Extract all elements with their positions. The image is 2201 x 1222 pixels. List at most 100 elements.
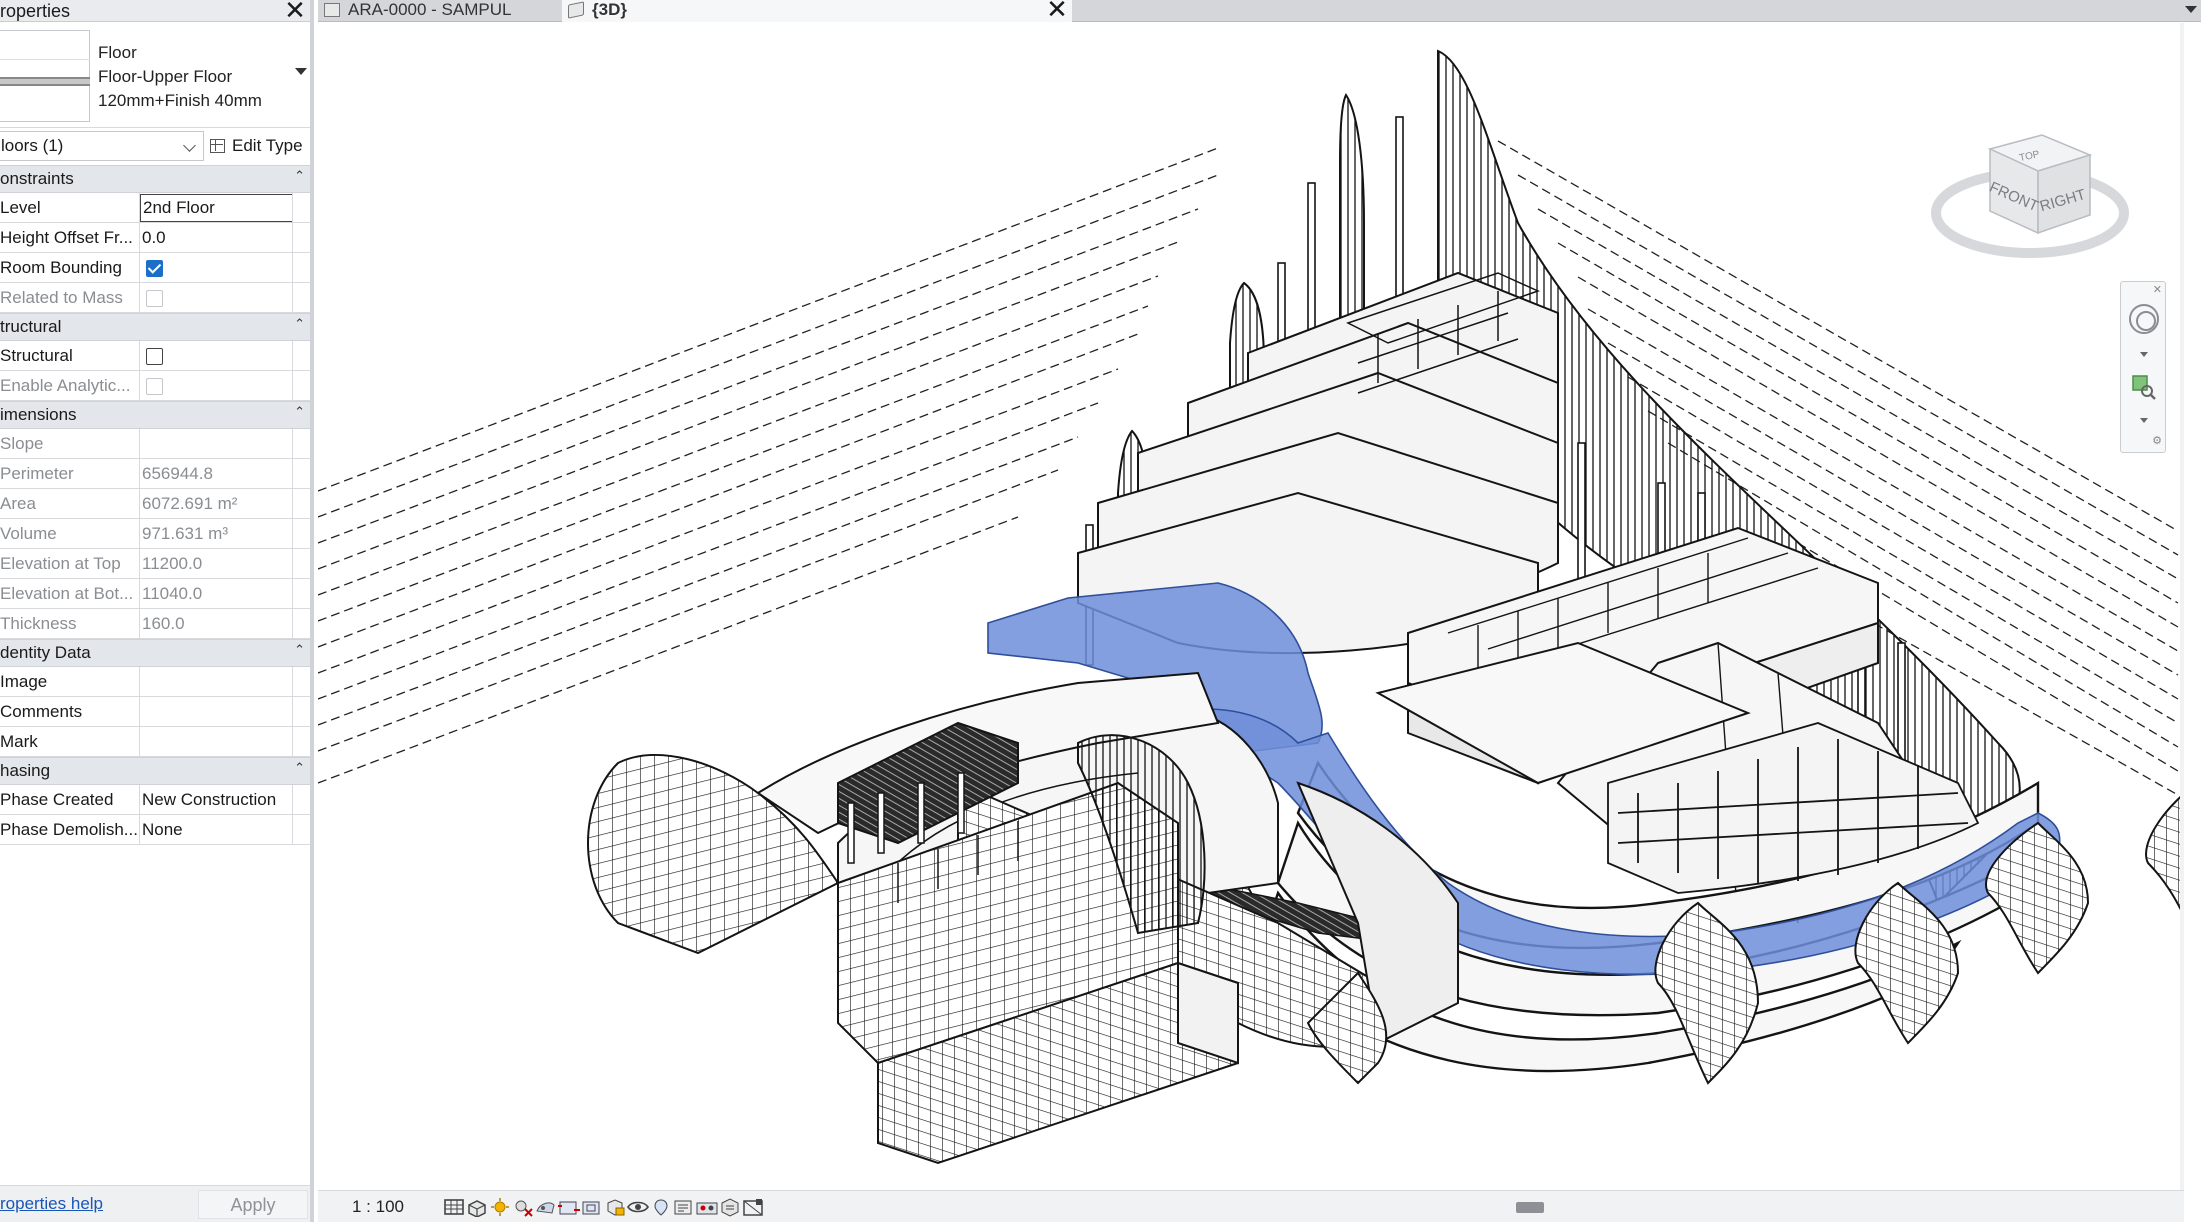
property-name: Phase Demolish...: [0, 815, 140, 845]
type-family-label: Floor: [98, 43, 137, 62]
property-name: Image: [0, 667, 140, 697]
wheel-dropdown-arrow-icon[interactable]: [2140, 352, 2148, 357]
steering-wheel-icon[interactable]: [2129, 304, 2159, 334]
property-row: Perimeter 656944.8: [0, 459, 310, 489]
left-wing: [587, 671, 1239, 1165]
tab-sheet-ara-0000[interactable]: ARA-0000 - SAMPUL: [318, 0, 552, 22]
row-divider: [292, 727, 293, 757]
sun-path-icon[interactable]: [488, 1197, 512, 1217]
property-checkbox: [146, 378, 163, 395]
row-divider: [292, 489, 293, 519]
property-row[interactable]: Phase Created New Construction: [0, 785, 310, 815]
property-checkbox[interactable]: [146, 260, 163, 277]
category-label: onstraints: [0, 169, 74, 188]
viewcube-icon[interactable]: TOP FRONT RIGHT: [1930, 103, 2130, 283]
navigation-bar-close-icon[interactable]: ✕: [2153, 283, 2162, 296]
vertical-scrollbar[interactable]: [2180, 23, 2184, 1190]
sheet-icon: [324, 3, 340, 17]
property-row: Area 6072.691 m²: [0, 489, 310, 519]
building-3d-model[interactable]: [318, 23, 2184, 1190]
properties-close-button[interactable]: ✕: [284, 0, 306, 23]
visual-style-icon[interactable]: [465, 1197, 489, 1217]
collapse-chevron-icon[interactable]: ⌃: [294, 405, 305, 419]
navigation-bar-options-icon[interactable]: ⚙: [2152, 434, 2162, 447]
property-value: 656944.8: [142, 464, 213, 483]
collapse-chevron-icon[interactable]: ⌃: [294, 317, 305, 331]
property-name: Volume: [0, 519, 140, 549]
category-header[interactable]: tructural ⌃: [0, 313, 310, 341]
collapse-chevron-icon[interactable]: ⌃: [294, 169, 305, 183]
worksharing-icon[interactable]: [695, 1197, 719, 1217]
type-description-label: 120mm+Finish 40mm: [98, 91, 262, 110]
properties-palette: roperties ✕ Floor Floor-Upper Floor 120m…: [0, 0, 314, 1222]
property-value: 11200.0: [142, 554, 203, 573]
property-value: [142, 429, 292, 459]
property-name: Level: [0, 193, 140, 223]
tab-overflow-arrow-icon[interactable]: [2185, 6, 2197, 13]
reveal-hidden-icon[interactable]: [649, 1197, 673, 1217]
close-tab-button[interactable]: ✕: [1046, 0, 1068, 22]
category-header[interactable]: dentity Data ⌃: [0, 639, 310, 667]
property-value[interactable]: [142, 727, 292, 757]
row-divider: [292, 549, 293, 579]
unlock-3d-icon[interactable]: [603, 1197, 627, 1217]
horizontal-scroll-thumb[interactable]: [1516, 1202, 1544, 1213]
type-selector[interactable]: Floor Floor-Upper Floor 120mm+Finish 40m…: [0, 24, 310, 128]
property-value: 971.631 m³: [142, 524, 228, 543]
property-row[interactable]: Structural: [0, 341, 310, 371]
shadows-icon[interactable]: [511, 1197, 535, 1217]
property-row[interactable]: Mark: [0, 727, 310, 757]
property-value[interactable]: 0.0: [142, 223, 292, 253]
view-scale[interactable]: 1 : 100: [352, 1197, 404, 1217]
property-row[interactable]: Image: [0, 667, 310, 697]
view-control-bar: 1 : 100: [318, 1190, 2184, 1222]
render-icon[interactable]: [534, 1197, 558, 1217]
property-value[interactable]: None: [142, 815, 292, 845]
design-options-icon[interactable]: [718, 1197, 742, 1217]
property-checkbox[interactable]: [146, 348, 163, 365]
property-value: 160.0: [142, 614, 185, 633]
property-row[interactable]: Comments: [0, 697, 310, 727]
category-header[interactable]: imensions ⌃: [0, 401, 310, 429]
category-header[interactable]: onstraints ⌃: [0, 165, 310, 193]
row-divider: [292, 253, 293, 283]
property-name: Structural: [0, 341, 140, 371]
zoom-icon[interactable]: [2131, 374, 2157, 400]
tab-3d-view[interactable]: {3D} ✕: [562, 0, 1072, 22]
temporary-properties-icon[interactable]: [672, 1197, 696, 1217]
property-value[interactable]: [142, 667, 292, 697]
analytical-model-icon[interactable]: [741, 1197, 765, 1217]
property-value[interactable]: [142, 697, 292, 727]
property-row: Elevation at Bot... 11040.0: [0, 579, 310, 609]
collapse-chevron-icon[interactable]: ⌃: [294, 761, 305, 775]
property-value[interactable]: New Construction: [142, 785, 292, 815]
property-name: Perimeter: [0, 459, 140, 489]
zoom-dropdown-arrow-icon[interactable]: [2140, 418, 2148, 423]
temporary-hide-icon[interactable]: [626, 1197, 650, 1217]
property-row[interactable]: Height Offset Fr... 0.0: [0, 223, 310, 253]
property-row[interactable]: Room Bounding: [0, 253, 310, 283]
detail-level-icon[interactable]: [442, 1197, 466, 1217]
property-value-input[interactable]: 2nd Floor: [140, 194, 293, 222]
collapse-chevron-icon[interactable]: ⌃: [294, 643, 305, 657]
property-row[interactable]: Phase Demolish... None: [0, 815, 310, 845]
properties-title: roperties: [0, 1, 71, 21]
category-header[interactable]: hasing ⌃: [0, 757, 310, 785]
row-divider: [292, 429, 293, 459]
property-name: Related to Mass: [0, 283, 140, 313]
property-row[interactable]: Level 2nd Floor: [0, 193, 310, 223]
crop-view-icon[interactable]: [557, 1197, 581, 1217]
property-name: Mark: [0, 727, 140, 757]
instance-filter-dropdown[interactable]: loors (1): [0, 131, 204, 161]
properties-help-link[interactable]: roperties help: [0, 1194, 103, 1214]
3d-viewport[interactable]: TOP FRONT RIGHT ✕ ⚙: [318, 23, 2184, 1190]
property-name: Elevation at Top: [0, 549, 140, 579]
apply-button[interactable]: Apply: [198, 1190, 308, 1219]
edit-type-button[interactable]: Edit Type: [208, 131, 310, 161]
row-divider: [292, 667, 293, 697]
row-divider: [292, 371, 293, 401]
show-crop-icon[interactable]: [580, 1197, 604, 1217]
type-dropdown-arrow-icon[interactable]: [295, 68, 307, 75]
edit-type-icon: [210, 139, 225, 153]
edit-type-label: Edit Type: [232, 136, 303, 155]
